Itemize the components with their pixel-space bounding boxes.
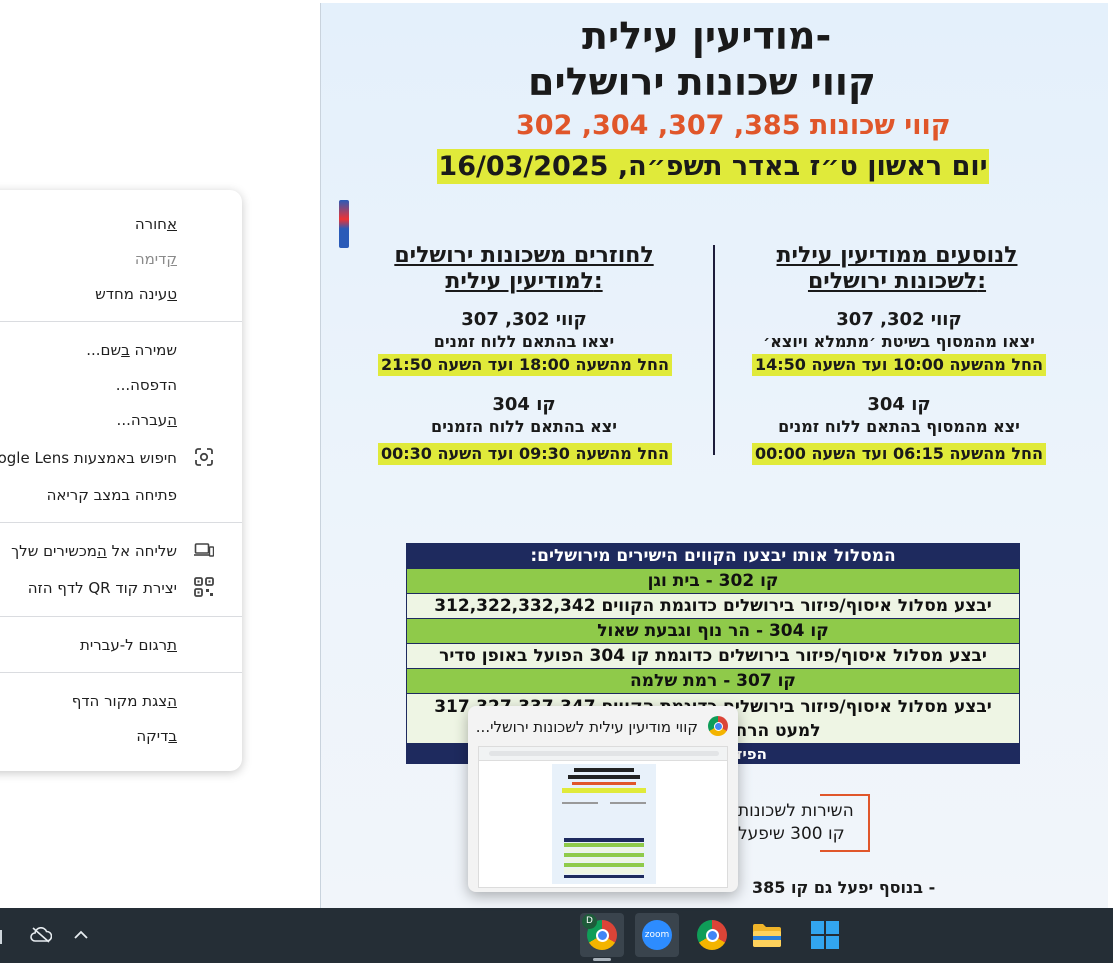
poster-bottom-line: בנוסף יפעל גם קו 385 - [752,878,935,897]
menu-view-source[interactable]: הצגת מקור הדף [72,692,177,710]
google-lens-icon [193,446,215,468]
menu-separator [0,616,242,617]
route-row-304: קו 304 - הר נוף וגבעת שאול [407,619,1019,644]
screen: { "poster": { "title_line1": "מודיעין עי… [0,0,1113,963]
service-box-line2: קו 300 שיפעל [738,824,845,844]
route-row-304-desc: יבצע מסלול איסוף/פיזור בירושלים כדוגמת ק… [407,644,1019,669]
active-app-indicator [593,958,611,961]
left-lines-a-hours: החל מהשעה 18:00 ועד השעה 21:50 [378,354,672,376]
route-table-header: המסלול אותו יבצעו הקווים הישירים מירושלי… [407,544,1019,569]
menu-send-to-devices[interactable]: שליחה אל המכשירים שלך [11,542,177,560]
chrome-icon: D [582,914,617,950]
right-heading1: לנוסעים ממודיעין עילית [776,243,1018,268]
poster-title-line2: קווי שכונות ירושלים [528,60,876,104]
menu-save-as[interactable]: שמירה בשם... [86,341,177,359]
taskbar-chrome[interactable] [690,913,734,957]
poster-subtitle: קווי שכונות 385, 307, 304, 302 [516,110,951,141]
menu-separator [0,321,242,322]
menu-inspect[interactable]: בדיקה [136,727,177,745]
taskbar-zoom[interactable]: zoom [635,913,679,957]
left-heading2: למודיעין עילית: [445,269,603,294]
qr-code-icon [193,576,215,598]
left-line-b-hours: החל מהשעה 09:30 ועד השעה 00:30 [378,443,672,465]
tray-overflow-indicator [0,930,6,944]
poster-date: יום ראשון ט״ז באדר תשפ״ה, 16/03/2025 [437,149,989,184]
right-lines-a-desc: יצאו מהמסוף בשיטת ׳מתמלא ויוצא׳ [763,332,1035,351]
route-row-302: קו 302 - בית וגן [407,569,1019,594]
right-lines-a-title: קווי 302, 307 [836,309,962,330]
left-line-b-title: קו 304 [492,394,556,415]
poster-title-line1: מודיעין עילית- [582,14,832,58]
menu-google-lens[interactable]: חיפוש באמצעות Google Lens [0,449,177,467]
menu-separator [0,522,242,523]
right-line-b-desc: יצא מהמסוף בהתאם ללוח זמנים [778,417,1020,436]
menu-separator [0,672,242,673]
column-divider [713,245,715,455]
left-line-b-desc: יצא בהתאם ללוח הזמנים [431,417,617,436]
zoom-icon: zoom [642,920,672,950]
left-heading1: לחוזרים משכונות ירושלים [394,243,654,268]
left-lines-a-desc: יצאו בהתאם ללוח זמנים [433,332,615,351]
menu-reload[interactable]: טעינה מחדש [95,285,177,303]
menu-create-qr[interactable]: יצירת קוד QR לדף הזה [28,579,177,597]
menu-print[interactable]: הדפסה... [116,376,177,394]
chrome-icon [697,920,727,950]
window-preview-thumbnail[interactable]: קווי מודיעין עילית לשכונות ירושלי... [468,706,738,892]
route-row-307: קו 307 - רמת שלמה [407,669,1019,694]
folder-icon [753,924,781,947]
taskbar-file-explorer[interactable] [745,913,789,957]
left-lines-a-title: קווי 302, 307 [461,309,587,330]
windows-logo-icon [811,921,839,949]
thumbnail-title: קווי מודיעין עילית לשכונות ירושלי... [475,718,698,736]
menu-forward[interactable]: קדימה [135,250,177,268]
chrome-icon [708,716,728,736]
service-box-line1: השירות לשכונות [738,801,854,821]
menu-cast[interactable]: העברה... [117,411,177,429]
menu-translate[interactable]: תרגום ל-עברית [80,636,177,654]
taskbar: D zoom [0,908,1113,963]
show-hidden-icons-chevron-icon[interactable] [59,913,103,957]
right-lines-a-hours: החל מהשעה 10:00 ועד השעה 14:50 [752,354,1046,376]
route-row-302-desc: יבצע מסלול איסוף/פיזור בירושלים כדוגמת ה… [407,594,1019,619]
right-line-b-title: קו 304 [867,394,931,415]
logo-icon [339,200,349,248]
thumbnail-preview [478,746,728,888]
context-menu: אחורה קדימה טעינה מחדש שמירה בשם... הדפס… [0,190,242,771]
menu-reading-mode[interactable]: פתיחה במצב קריאה [47,486,177,504]
menu-back[interactable]: אחורה [135,215,177,233]
profile-badge: D [582,914,597,929]
devices-icon [193,539,215,561]
taskbar-start[interactable] [803,913,847,957]
right-line-b-hours: החל מהשעה 06:15 ועד השעה 00:00 [752,443,1046,465]
onedrive-offline-icon[interactable] [19,913,63,957]
right-heading2: לשכונות ירושלים: [807,269,987,294]
taskbar-chrome-profile[interactable]: D [580,913,624,957]
